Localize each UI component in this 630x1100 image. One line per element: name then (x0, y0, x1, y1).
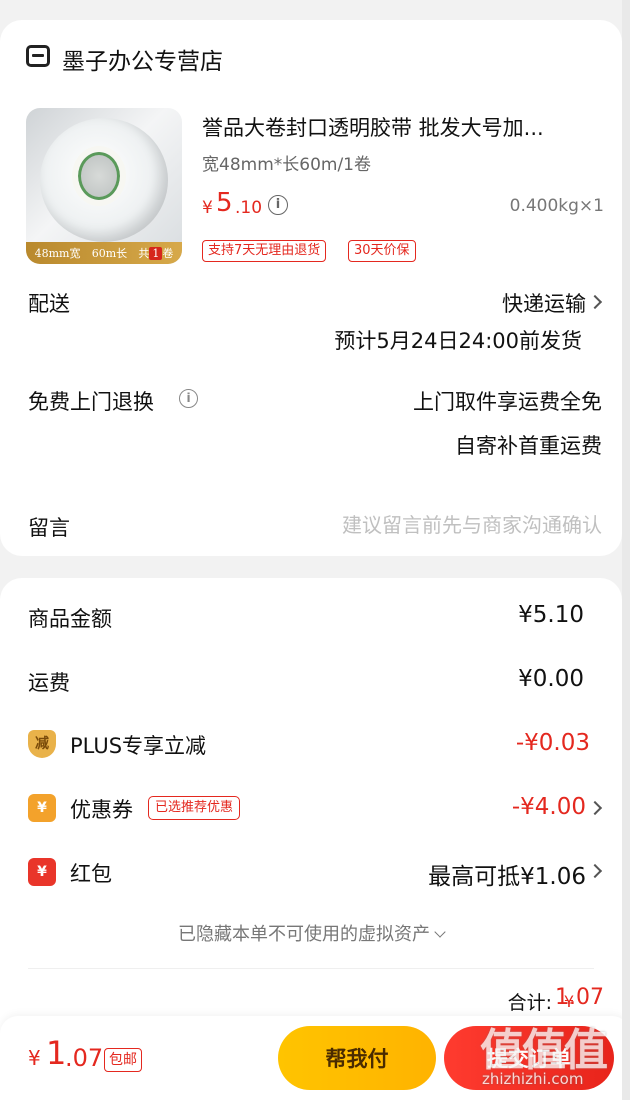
price-info-icon[interactable]: i (268, 195, 288, 215)
red-packet-icon: ¥ (28, 858, 56, 886)
product-image[interactable]: 48mm宽 60m长 共1卷 (26, 108, 182, 264)
shipping-fee-label: 运费 (28, 671, 70, 695)
product-image-banner: 48mm宽 60m长 共1卷 (26, 242, 182, 264)
delivery-label: 配送 (28, 292, 70, 316)
coupon-value[interactable]: -¥4.00 (512, 794, 586, 820)
delivery-method[interactable]: 快递运输 (502, 288, 586, 318)
tape-core-graphic (72, 146, 126, 206)
return-desc-line1: 上门取件享运费全免 (413, 390, 602, 414)
price-decimal: .10 (235, 198, 263, 218)
help-me-pay-button[interactable]: 帮我付 (278, 1026, 436, 1090)
delivery-eta: 预计5月24日24:00前发货 (334, 329, 582, 353)
price-protection-tag: 30天价保 (348, 240, 416, 262)
red-packet-value[interactable]: 最高可抵¥1.06 (428, 857, 586, 891)
goods-amount-label: 商品金额 (28, 607, 112, 631)
submit-order-button[interactable]: 提交订单 (444, 1026, 614, 1090)
hidden-assets-toggle[interactable]: 已隐藏本单不可使用的虚拟资产 (0, 920, 622, 946)
total-label: 合计: (507, 992, 552, 1014)
chevron-down-icon (434, 926, 446, 938)
pay-amount-integer: 1 (46, 1034, 67, 1072)
return-info-icon[interactable]: i (179, 389, 198, 408)
banner-count: 共1卷 (138, 247, 174, 260)
shipping-fee-value: ¥0.00 (518, 666, 584, 692)
store-icon (26, 45, 50, 67)
price-integer: 5 (216, 188, 233, 218)
store-name[interactable]: 墨子办公专营店 (62, 42, 223, 76)
coupon-recommended-tag: 已选推荐优惠 (148, 796, 241, 820)
plus-discount-icon: 减 (28, 730, 56, 758)
pay-currency: ¥ (28, 1046, 41, 1070)
divider (28, 968, 594, 969)
right-edge-strip (622, 0, 630, 1100)
coupon-icon: ¥ (28, 794, 56, 822)
return-policy-tag: 支持7天无理由退货 (202, 240, 327, 262)
pay-amount-decimal: .07 (65, 1044, 104, 1072)
coupon-label[interactable]: 优惠券 (70, 794, 133, 824)
total-value: 1.07 (555, 985, 604, 1010)
free-shipping-tag: 包邮 (104, 1048, 142, 1072)
red-packet-label[interactable]: 红包 (70, 858, 112, 888)
note-label: 留言 (28, 516, 70, 540)
banner-length: 60m长 (91, 247, 128, 260)
plus-discount-label: PLUS专享立减 (70, 734, 207, 758)
free-return-label: 免费上门退换 (28, 390, 154, 414)
product-title[interactable]: 誉品大卷封口透明胶带 批发大号加... (202, 112, 592, 142)
plus-discount-value: -¥0.03 (515, 730, 590, 756)
note-input[interactable] (200, 510, 602, 540)
return-desc-line2: 自寄补首重运费 (455, 434, 602, 458)
banner-width: 48mm宽 (34, 247, 81, 260)
product-spec[interactable]: 宽48mm*长60m/1卷 (202, 150, 371, 175)
price-currency: ¥ (202, 198, 213, 218)
goods-amount-value: ¥5.10 (518, 602, 584, 628)
weight-quantity: 0.400kg×1 (509, 196, 604, 216)
